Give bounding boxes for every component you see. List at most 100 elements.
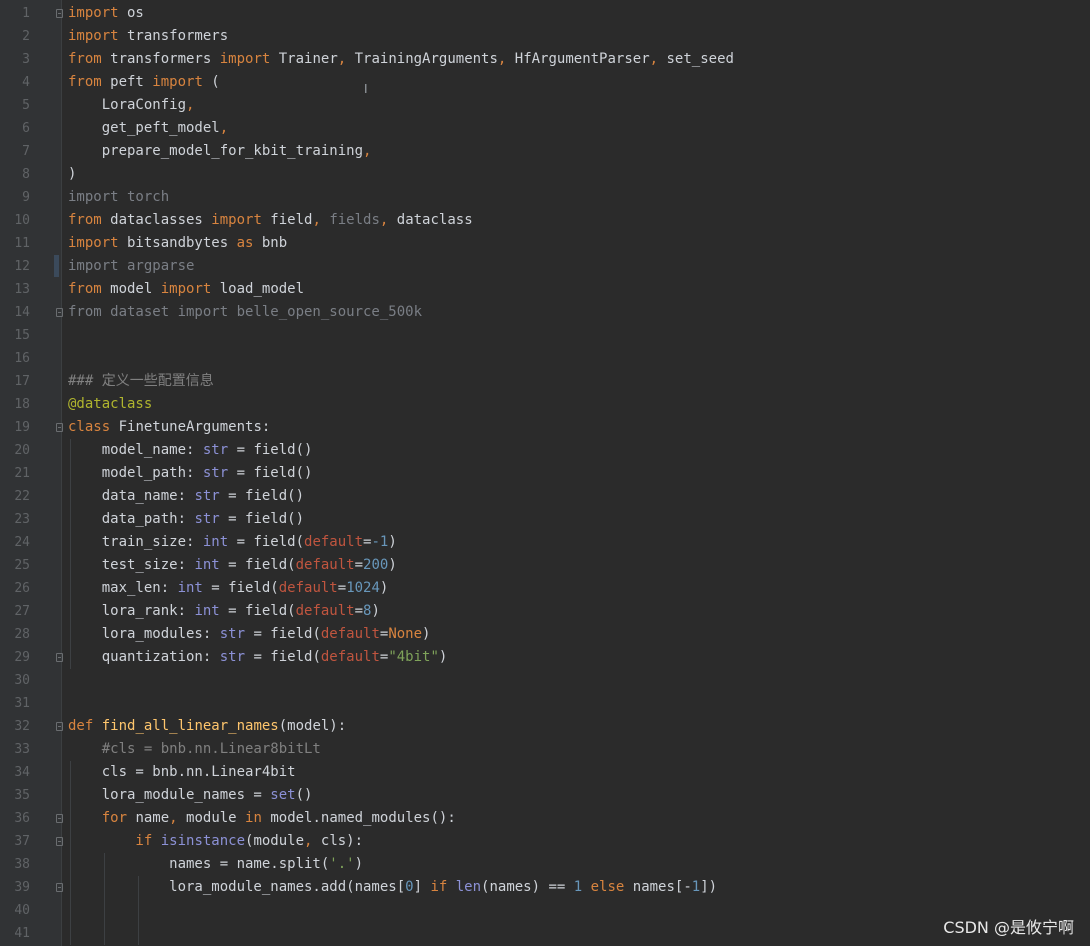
code-token: prepare_model_for_kbit_training: [68, 143, 364, 159]
line-number: 8: [22, 167, 30, 182]
code-token: test_size:: [68, 557, 195, 573]
code-line[interactable]: 34 cls = bnb.nn.Linear4bit: [0, 761, 1090, 784]
code-token: = field(: [219, 603, 296, 619]
code-line[interactable]: 12 import argparse: [0, 255, 1090, 278]
code-text: ### 定义一些配置信息: [68, 370, 214, 393]
code-token: max_len:: [68, 580, 178, 596]
code-token: (: [202, 74, 220, 90]
code-line[interactable]: 2 import transformers: [0, 25, 1090, 48]
code-line[interactable]: 41: [0, 922, 1090, 945]
code-text: from dataset import belle_open_source_50…: [68, 301, 422, 324]
code-line[interactable]: 5 LoraConfig,: [0, 94, 1090, 117]
code-line[interactable]: 7 prepare_model_for_kbit_training,: [0, 140, 1090, 163]
code-line[interactable]: 40: [0, 899, 1090, 922]
code-token: dataclasses: [101, 212, 212, 228]
code-token: field: [261, 212, 313, 228]
code-text: quantization: str = field(default="4bit"…: [68, 646, 448, 669]
code-line[interactable]: 33 #cls = bnb.nn.Linear8bitLt: [0, 738, 1090, 761]
code-line[interactable]: 21 model_path: str = field(): [0, 462, 1090, 485]
line-number: 20: [14, 443, 30, 458]
fold-marker-icon[interactable]: [56, 423, 63, 432]
code-line[interactable]: 14 from dataset import belle_open_source_…: [0, 301, 1090, 324]
code-line[interactable]: 30: [0, 669, 1090, 692]
fold-marker-icon[interactable]: [56, 653, 63, 662]
code-token: from: [68, 212, 102, 228]
code-token: TrainingArguments: [346, 51, 498, 67]
code-line[interactable]: 37 if isinstance(module, cls):: [0, 830, 1090, 853]
line-number: 21: [14, 466, 30, 481]
code-line[interactable]: 26 max_len: int = field(default=1024): [0, 577, 1090, 600]
code-line[interactable]: 1 import os: [0, 2, 1090, 25]
code-line[interactable]: 18 @dataclass: [0, 393, 1090, 416]
code-token: ): [68, 166, 77, 182]
code-token: = field(): [219, 511, 305, 527]
line-number: 28: [14, 627, 30, 642]
code-line[interactable]: 10 from dataclasses import field, fields,…: [0, 209, 1090, 232]
code-text: data_path: str = field(): [68, 508, 304, 531]
code-token: 200: [363, 557, 389, 573]
code-token: default: [295, 557, 355, 573]
code-token: = field(: [228, 534, 305, 550]
code-line[interactable]: 4 from peft import (: [0, 71, 1090, 94]
code-token: isinstance: [152, 833, 246, 849]
fold-marker-icon[interactable]: [56, 722, 63, 731]
code-token: import: [68, 5, 119, 21]
code-text: from transformers import Trainer, Traini…: [68, 48, 734, 71]
fold-marker-icon[interactable]: [56, 308, 63, 317]
code-line[interactable]: 27 lora_rank: int = field(default=8): [0, 600, 1090, 623]
code-line[interactable]: 3 from transformers import Trainer, Train…: [0, 48, 1090, 71]
code-line[interactable]: 19 class FinetuneArguments:: [0, 416, 1090, 439]
code-token: set_seed: [658, 51, 734, 67]
code-line[interactable]: 31: [0, 692, 1090, 715]
code-line[interactable]: 38 names = name.split('.'): [0, 853, 1090, 876]
code-text: get_peft_model,: [68, 117, 228, 140]
line-number: 30: [14, 673, 30, 688]
line-number: 40: [14, 903, 30, 918]
code-line[interactable]: 25 test_size: int = field(default=200): [0, 554, 1090, 577]
code-editor[interactable]: 1 import os 2 import transformers 3 from tran…: [0, 0, 1090, 946]
code-line[interactable]: 22 data_name: str = field(): [0, 485, 1090, 508]
code-line[interactable]: 28 lora_modules: str = field(default=Non…: [0, 623, 1090, 646]
code-token: os: [118, 5, 144, 21]
code-line[interactable]: 23 data_path: str = field(): [0, 508, 1090, 531]
fold-marker-icon[interactable]: [56, 837, 63, 846]
fold-marker-icon[interactable]: [56, 883, 63, 892]
code-text: model_path: str = field(): [68, 462, 313, 485]
code-token: bitsandbytes: [118, 235, 237, 251]
line-number: 26: [14, 581, 30, 596]
code-line[interactable]: 29 quantization: str = field(default="4b…: [0, 646, 1090, 669]
fold-marker-icon[interactable]: [56, 814, 63, 823]
code-text: lora_rank: int = field(default=8): [68, 600, 380, 623]
code-line[interactable]: 39 lora_module_names.add(names[0] if len…: [0, 876, 1090, 899]
code-line[interactable]: 6 get_peft_model,: [0, 117, 1090, 140]
code-line[interactable]: 36 for name, module in model.named_modul…: [0, 807, 1090, 830]
code-token: import: [152, 74, 203, 90]
code-token: def: [68, 718, 94, 734]
code-token: import: [160, 281, 212, 297]
code-token: = field(: [245, 649, 321, 665]
code-token: from: [68, 74, 102, 90]
code-token: if: [430, 879, 448, 895]
code-line[interactable]: 32 def find_all_linear_names(model):: [0, 715, 1090, 738]
code-text: from dataclasses import field, fields, d…: [68, 209, 473, 232]
code-token: import torch: [68, 189, 170, 205]
code-line[interactable]: 24 train_size: int = field(default=-1): [0, 531, 1090, 554]
code-line[interactable]: 11 import bitsandbytes as bnb: [0, 232, 1090, 255]
code-token: model.named_modules():: [261, 810, 456, 826]
code-token: default: [320, 626, 380, 642]
code-token: data_name:: [68, 488, 195, 504]
code-line[interactable]: 8): [0, 163, 1090, 186]
code-line[interactable]: 35 lora_module_names = set(): [0, 784, 1090, 807]
code-line[interactable]: 20 model_name: str = field(): [0, 439, 1090, 462]
code-token: lora_modules:: [68, 626, 220, 642]
code-line[interactable]: 17 ### 定义一些配置信息: [0, 370, 1090, 393]
code-line[interactable]: 13 from model import load_model: [0, 278, 1090, 301]
line-number: 35: [14, 788, 30, 803]
code-token: in: [245, 810, 262, 826]
code-token: = field(): [228, 465, 313, 481]
code-line[interactable]: 9 import torch: [0, 186, 1090, 209]
watermark: CSDN @是攸宁啊: [943, 918, 1074, 937]
code-line[interactable]: 15: [0, 324, 1090, 347]
fold-marker-icon[interactable]: [56, 9, 63, 18]
code-line[interactable]: 16: [0, 347, 1090, 370]
